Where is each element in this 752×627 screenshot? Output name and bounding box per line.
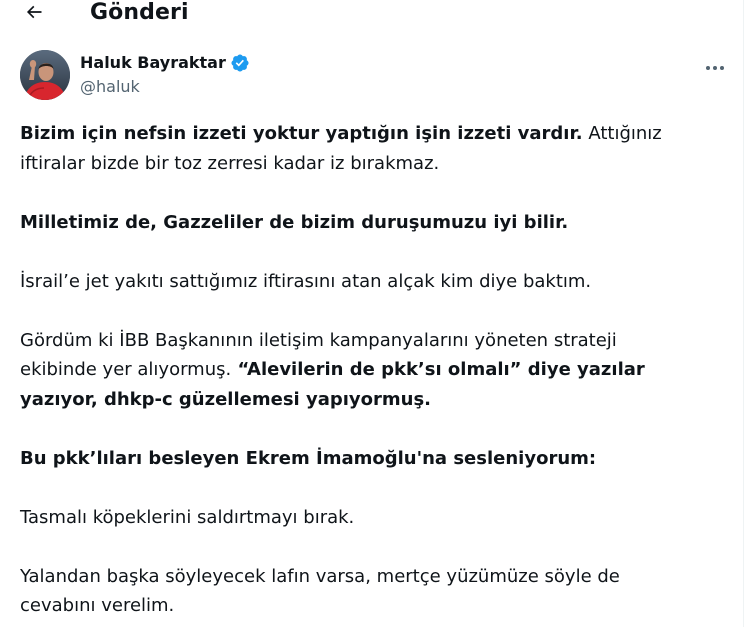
paragraph-1: Bizim için nefsin izzeti yoktur yaptığın…: [20, 119, 700, 178]
plain-text: Attığınız: [582, 123, 662, 144]
tweet-text: Bizim için nefsin izzeti yoktur yaptığın…: [20, 119, 700, 621]
more-options-button[interactable]: [700, 54, 730, 76]
paragraph-6: Tasmalı köpeklerini saldırtmayı bırak.: [20, 503, 700, 533]
paragraph-2: Milletimiz de, Gazzeliler de bizim duruş…: [20, 208, 700, 238]
plain-text: Gördüm ki İBB Başkanının iletişim kampan…: [20, 329, 617, 351]
plain-text: Yalandan başka söyleyecek lafın varsa, m…: [20, 565, 620, 587]
back-button[interactable]: [18, 0, 50, 28]
plain-text: İsrail’e jet yakıtı sattığımız iftirasın…: [20, 270, 592, 292]
more-horizontal-icon: [705, 56, 725, 75]
bold-text: Bu pkk’lıları besleyen Ekrem İmamoğlu'na…: [20, 447, 597, 469]
plain-text: Tasmalı köpeklerini saldırtmayı bırak.: [20, 506, 355, 528]
plain-text: iftiralar bizde bir toz zerresi kadar iz…: [20, 152, 440, 174]
verified-badge-icon: [230, 53, 250, 73]
display-name: Haluk Bayraktar: [80, 53, 226, 72]
author-handle[interactable]: @haluk: [80, 76, 250, 98]
paragraph-4: Gördüm ki İBB Başkanının iletişim kampan…: [20, 326, 700, 415]
author-names: Haluk Bayraktar @haluk: [80, 52, 250, 98]
page-title: Gönderi: [90, 0, 189, 25]
author-name-link[interactable]: Haluk Bayraktar: [80, 52, 250, 74]
plain-text: ekibinde yer alıyormuş.: [20, 359, 232, 380]
paragraph-5: Bu pkk’lıları besleyen Ekrem İmamoğlu'na…: [20, 444, 700, 474]
bold-text: Milletimiz de, Gazzeliler de bizim duruş…: [20, 211, 569, 233]
page-header: Gönderi: [0, 0, 744, 30]
paragraph-3: İsrail’e jet yakıtı sattığımız iftirasın…: [20, 267, 700, 297]
bold-text: “Alevilerin de pkk’sı olmalı” diye yazıl…: [231, 359, 645, 380]
plain-text: cevabını verelim.: [20, 595, 175, 616]
bold-text: Bizim için nefsin izzeti yoktur yaptığın…: [20, 123, 583, 144]
paragraph-7: Yalandan başka söyleyecek lafın varsa, m…: [20, 562, 700, 621]
post-detail-column: Gönderi Haluk Bayraktar @haluk Bizim içi…: [0, 0, 744, 627]
arrow-left-icon: [24, 2, 44, 26]
author-row: Haluk Bayraktar @haluk: [20, 50, 732, 102]
avatar[interactable]: [20, 50, 70, 100]
bold-text: yazıyor, dhkp-c güzellemesi yapıyormuş.: [20, 388, 432, 410]
